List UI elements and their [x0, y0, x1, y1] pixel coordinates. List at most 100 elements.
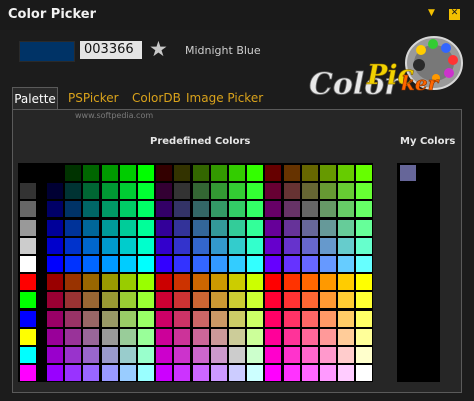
palette-cell[interactable] [356, 328, 373, 345]
palette-cell[interactable] [20, 292, 36, 309]
palette-cell[interactable] [265, 201, 282, 218]
palette-cell[interactable] [47, 219, 63, 236]
palette-cell[interactable] [210, 365, 227, 382]
palette-cell[interactable] [338, 347, 355, 363]
palette-cell[interactable] [320, 274, 336, 291]
palette-cell[interactable] [283, 292, 300, 309]
palette-cell[interactable] [283, 347, 300, 363]
palette-cell[interactable] [301, 292, 318, 309]
palette-cell[interactable] [356, 201, 373, 218]
palette-cell[interactable] [320, 183, 336, 200]
tab-pspicker[interactable]: PSPicker [68, 87, 119, 109]
palette-cell[interactable] [229, 292, 245, 309]
palette-cell[interactable] [210, 328, 227, 345]
palette-cell[interactable] [156, 328, 173, 345]
palette-cell[interactable] [283, 165, 300, 181]
palette-cell[interactable] [156, 347, 173, 363]
minimize-button[interactable]: ▼ [426, 9, 437, 20]
palette-cell[interactable] [247, 237, 264, 254]
palette-cell[interactable] [47, 274, 63, 291]
palette-cell[interactable] [283, 274, 300, 291]
palette-cell[interactable] [156, 310, 173, 327]
palette-cell[interactable] [156, 292, 173, 309]
palette-cell[interactable] [65, 365, 82, 382]
palette-cell[interactable] [174, 328, 191, 345]
palette-cell[interactable] [356, 274, 373, 291]
palette-cell[interactable] [174, 365, 191, 382]
palette-cell[interactable] [265, 256, 282, 272]
palette-cell[interactable] [65, 201, 82, 218]
palette-cell[interactable] [192, 347, 209, 363]
palette-cell[interactable] [338, 201, 355, 218]
palette-cell[interactable] [83, 183, 100, 200]
palette-cell[interactable] [301, 328, 318, 345]
palette-cell[interactable] [283, 183, 300, 200]
palette-cell[interactable] [174, 183, 191, 200]
palette-cell[interactable] [265, 219, 282, 236]
palette-cell[interactable] [65, 256, 82, 272]
palette-cell[interactable] [138, 310, 154, 327]
star-icon[interactable]: ★ [149, 37, 168, 61]
palette-cell[interactable] [210, 310, 227, 327]
hex-value-field[interactable]: 003366 [80, 41, 142, 59]
palette-cell[interactable] [138, 365, 154, 382]
palette-cell[interactable] [192, 219, 209, 236]
palette-cell[interactable] [283, 256, 300, 272]
palette-cell[interactable] [210, 201, 227, 218]
palette-cell[interactable] [101, 365, 118, 382]
palette-cell[interactable] [174, 292, 191, 309]
palette-cell[interactable] [210, 183, 227, 200]
palette-cell[interactable] [320, 256, 336, 272]
palette-cell[interactable] [301, 219, 318, 236]
palette-cell[interactable] [156, 219, 173, 236]
palette-cell[interactable] [320, 201, 336, 218]
palette-cell[interactable] [356, 347, 373, 363]
palette-cell[interactable] [265, 165, 282, 181]
palette-cell[interactable] [119, 201, 136, 218]
palette-cell[interactable] [174, 274, 191, 291]
palette-cell[interactable] [20, 237, 36, 254]
palette-cell[interactable] [192, 292, 209, 309]
palette-cell[interactable] [283, 237, 300, 254]
palette-cell[interactable] [210, 165, 227, 181]
palette-cell[interactable] [210, 219, 227, 236]
palette-cell[interactable] [247, 274, 264, 291]
palette-cell[interactable] [65, 347, 82, 363]
palette-cell[interactable] [301, 310, 318, 327]
palette-cell[interactable] [247, 165, 264, 181]
palette-cell[interactable] [229, 237, 245, 254]
palette-cell[interactable] [47, 328, 63, 345]
palette-cell[interactable] [101, 165, 118, 181]
palette-cell[interactable] [192, 183, 209, 200]
palette-cell[interactable] [338, 165, 355, 181]
palette-cell[interactable] [138, 219, 154, 236]
palette-cell[interactable] [119, 219, 136, 236]
palette-cell[interactable] [174, 165, 191, 181]
palette-cell[interactable] [265, 292, 282, 309]
palette-cell[interactable] [301, 237, 318, 254]
palette-cell[interactable] [65, 219, 82, 236]
palette-cell[interactable] [338, 256, 355, 272]
palette-cell[interactable] [229, 274, 245, 291]
palette-cell[interactable] [83, 292, 100, 309]
palette-cell[interactable] [338, 219, 355, 236]
palette-cell[interactable] [20, 274, 36, 291]
palette-cell[interactable] [229, 365, 245, 382]
palette-cell[interactable] [320, 365, 336, 382]
palette-cell[interactable] [229, 165, 245, 181]
palette-cell[interactable] [247, 328, 264, 345]
palette-cell[interactable] [101, 201, 118, 218]
palette-cell[interactable] [210, 237, 227, 254]
palette-cell[interactable] [192, 165, 209, 181]
palette-cell[interactable] [156, 256, 173, 272]
palette-cell[interactable] [301, 256, 318, 272]
palette-cell[interactable] [338, 310, 355, 327]
palette-cell[interactable] [247, 310, 264, 327]
palette-cell[interactable] [156, 237, 173, 254]
palette-cell[interactable] [47, 365, 63, 382]
palette-cell[interactable] [65, 274, 82, 291]
palette-cell[interactable] [210, 292, 227, 309]
palette-cell[interactable] [283, 365, 300, 382]
palette-cell[interactable] [119, 274, 136, 291]
palette-cell[interactable] [101, 274, 118, 291]
